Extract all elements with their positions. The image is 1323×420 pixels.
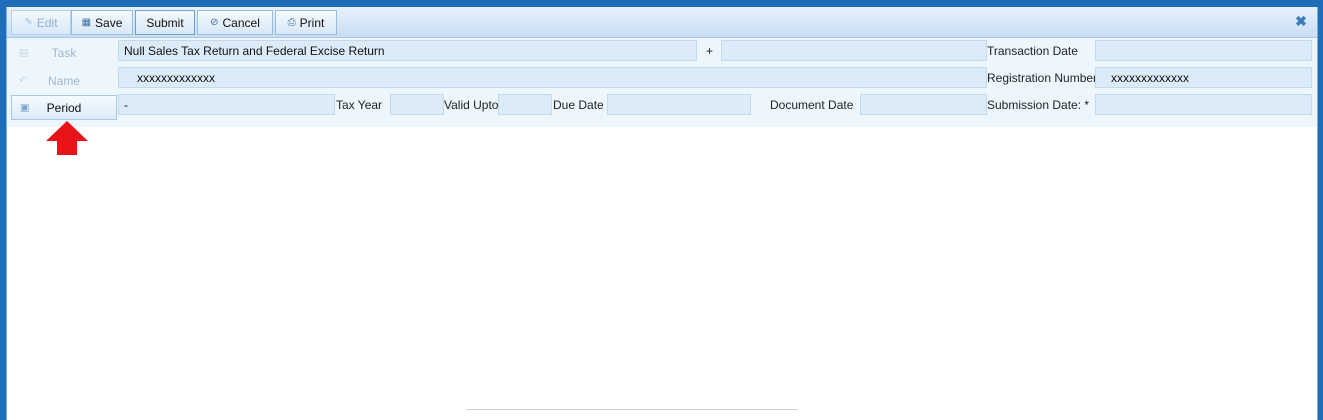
edit-label: Edit	[36, 15, 58, 30]
save-icon: ▦	[81, 17, 92, 28]
print-label: Print	[299, 15, 325, 30]
cancel-button[interactable]: ⊘ Cancel	[197, 10, 273, 35]
task-field[interactable]: Null Sales Tax Return and Federal Excise…	[118, 40, 697, 61]
divider	[466, 409, 798, 410]
close-icon[interactable]: ✖	[1293, 13, 1309, 29]
transaction-date-field[interactable]	[1095, 40, 1312, 61]
submission-date-label: Submission Date: *	[987, 97, 1090, 112]
name-button[interactable]: ↶ Name	[11, 68, 117, 93]
valid-upto-field[interactable]	[498, 94, 552, 115]
save-label: Save	[95, 15, 123, 30]
valid-upto-label: Valid Upto	[444, 97, 499, 112]
task-extra-field[interactable]	[721, 40, 987, 61]
document-date-label: Document Date	[770, 97, 854, 112]
save-button[interactable]: ▦ Save	[71, 10, 133, 35]
form-panel: ▤ Task ↶ Name ▣ Period Null Sales Tax Re…	[7, 38, 1317, 127]
name-field[interactable]: xxxxxxxxxxxxx	[118, 67, 987, 88]
task-icon: ▤	[19, 47, 29, 58]
submit-button[interactable]: Submit	[135, 10, 195, 35]
name-label: Name	[47, 73, 80, 88]
cancel-label: Cancel	[222, 15, 260, 30]
up-arrow-annotation	[46, 121, 88, 155]
period-field[interactable]: -	[118, 94, 335, 115]
form-window: ✎ Edit ▦ Save Submit ⊘ Cancel ⎙ Print ✖ …	[6, 7, 1318, 420]
period-label: Period	[46, 100, 82, 115]
edit-icon: ✎	[24, 17, 33, 28]
due-date-label: Due Date	[553, 97, 604, 112]
toolbar: ✎ Edit ▦ Save Submit ⊘ Cancel ⎙ Print ✖	[7, 7, 1317, 38]
calendar-icon: ▣	[20, 102, 30, 113]
submission-date-field[interactable]	[1095, 94, 1312, 115]
cancel-icon: ⊘	[210, 17, 219, 28]
period-button[interactable]: ▣ Period	[11, 95, 117, 120]
task-button[interactable]: ▤ Task	[11, 40, 117, 65]
registration-number-label: Registration Number	[987, 70, 1098, 85]
add-button[interactable]: +	[706, 44, 713, 58]
print-button[interactable]: ⎙ Print	[275, 10, 337, 35]
tax-year-field[interactable]	[390, 94, 444, 115]
edit-button[interactable]: ✎ Edit	[11, 10, 71, 35]
print-icon: ⎙	[287, 17, 296, 28]
due-date-field[interactable]	[607, 94, 751, 115]
undo-icon: ↶	[19, 75, 28, 86]
task-label: Task	[51, 45, 77, 60]
submit-label: Submit	[146, 15, 184, 30]
transaction-date-label: Transaction Date	[987, 43, 1078, 58]
registration-number-field[interactable]: xxxxxxxxxxxxx	[1095, 67, 1312, 88]
tax-year-label: Tax Year	[336, 97, 383, 112]
document-date-field[interactable]	[860, 94, 987, 115]
